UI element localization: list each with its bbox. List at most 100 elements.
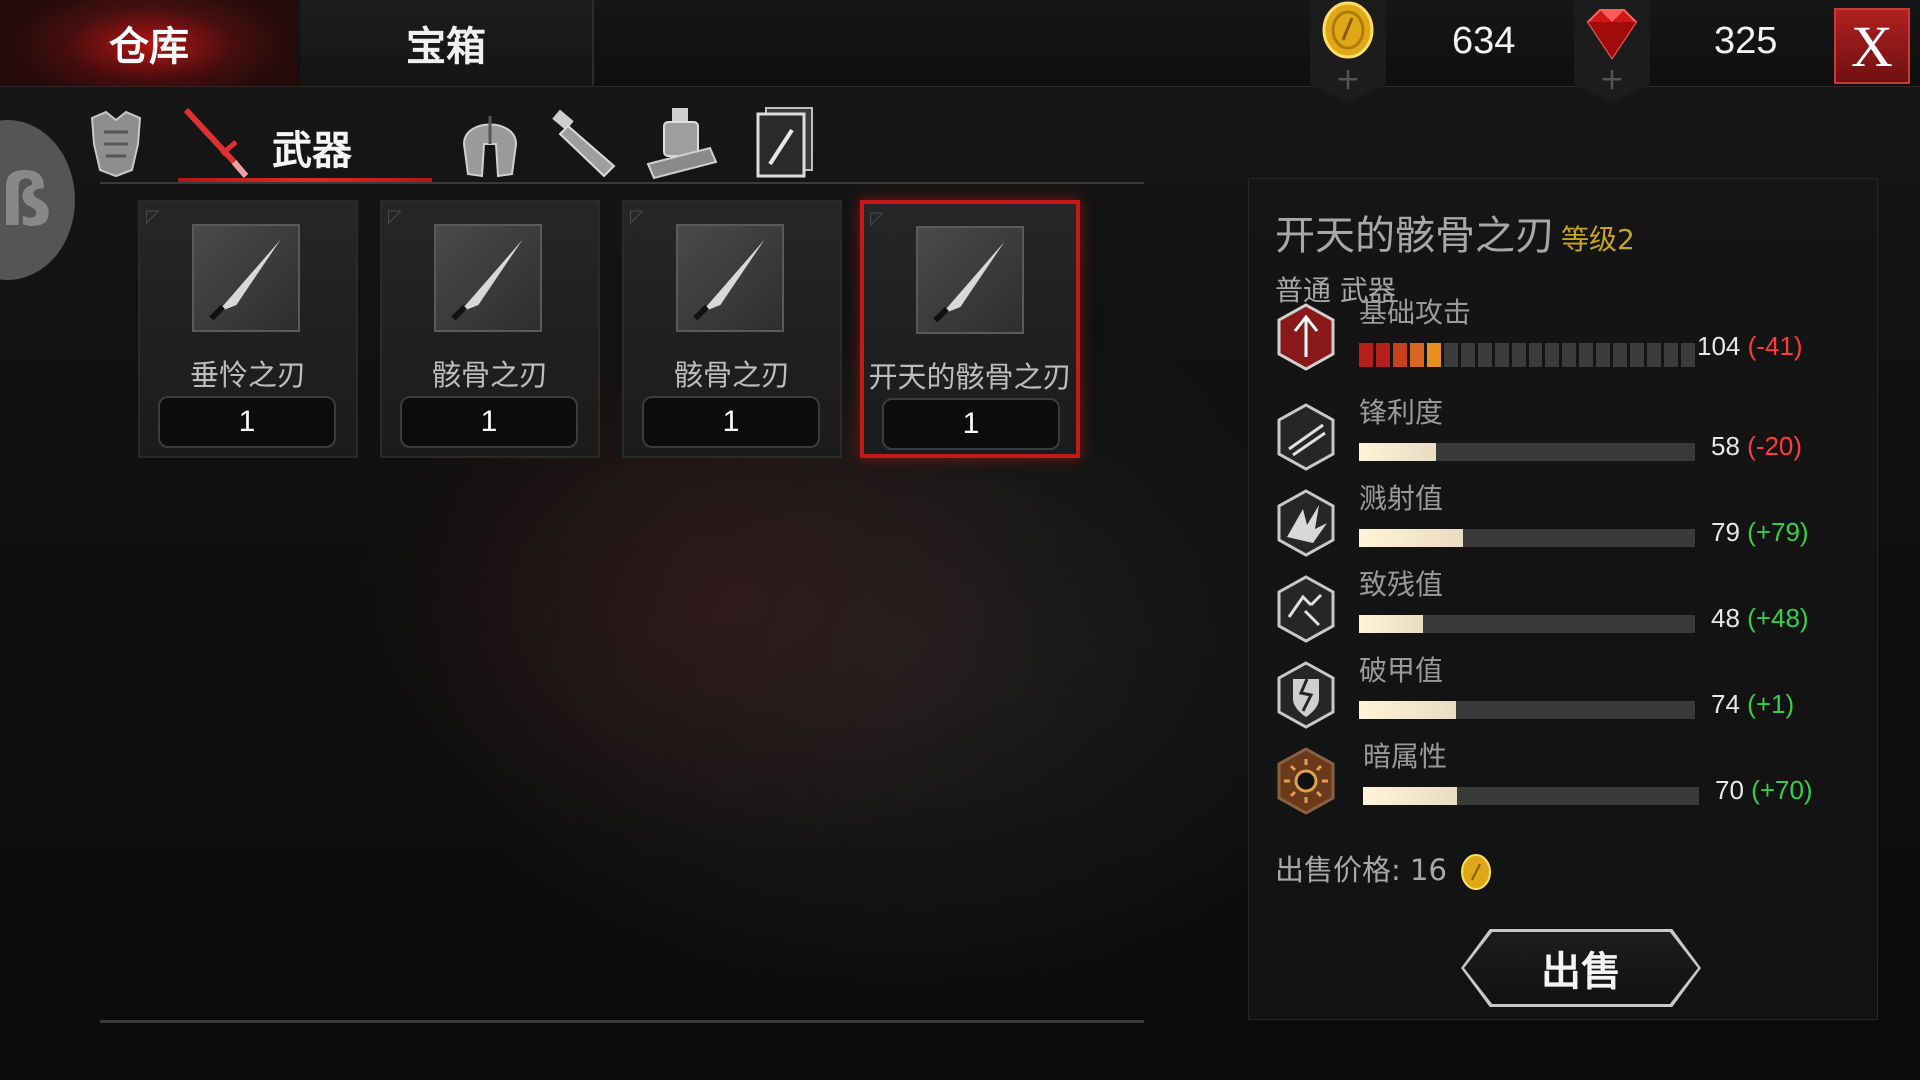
stat-label: 锋利度 [1359, 396, 1444, 429]
stat-bar [1359, 701, 1695, 719]
gem-add-button[interactable]: + [1574, 0, 1650, 104]
item-count: 1 [642, 396, 820, 448]
sharpness-icon [1277, 403, 1335, 471]
stat-label: 致残值 [1359, 568, 1444, 601]
corner-mark-icon: ◸ [870, 208, 884, 229]
category-weapon-label: 武器 [272, 128, 352, 174]
stat-value: 70 [1715, 775, 1744, 805]
stat-fill [1359, 443, 1437, 461]
stat-dark-element: 暗属性 70 (+70) [1275, 740, 1855, 821]
sword-icon[interactable] [178, 104, 258, 180]
item-name: 垂怜之刃 [189, 358, 306, 392]
tab-chest[interactable]: 宝箱 [300, 0, 594, 86]
stat-value: 58 [1711, 431, 1740, 461]
item-count: 1 [400, 396, 578, 448]
corner-mark-icon: ◸ [146, 206, 160, 227]
sell-button-label: 出售 [1541, 949, 1621, 995]
stat-fill [1363, 787, 1458, 805]
stat-delta: (-20) [1747, 431, 1803, 461]
stat-label: 溅射值 [1359, 482, 1444, 515]
side-avatar-button[interactable]: ß [0, 120, 75, 280]
stat-splash: 溅射值 79 (+79) [1275, 482, 1855, 563]
item-name: 骸骨之刃 [673, 358, 790, 392]
stat-value-row: 74 (+1) [1711, 689, 1794, 720]
stat-label: 破甲值 [1359, 654, 1444, 687]
stat-sharpness: 锋利度 58 (-20) [1275, 396, 1855, 477]
rune-icon: ß [0, 158, 52, 242]
stat-delta: (+48) [1747, 603, 1809, 633]
stat-bar [1359, 443, 1695, 461]
item-name: 开天的骸骨之刃 [868, 360, 1072, 394]
sell-price-row: 出售价格: 16 [1275, 847, 1496, 894]
inventory-slot[interactable]: ◸ 垂怜之刃 1 [138, 200, 358, 458]
top-bar: 仓库 宝箱 + 634 + 325 X [0, 0, 1920, 104]
blade-icon [192, 224, 300, 332]
attack-icon [1277, 303, 1335, 371]
stat-delta: (+79) [1747, 517, 1809, 547]
corner-mark-icon: ◸ [630, 206, 644, 227]
stat-delta: (+70) [1751, 775, 1813, 805]
inventory-slot[interactable]: ◸ 骸骨之刃 1 [622, 200, 842, 458]
plus-icon: + [1599, 62, 1625, 97]
potion-vial-icon[interactable] [548, 104, 628, 180]
splash-icon [1277, 489, 1335, 557]
close-button[interactable]: X [1834, 8, 1910, 84]
category-bar: 武器 [90, 96, 1144, 184]
segmented-bar [1359, 343, 1696, 367]
cripple-icon [1277, 575, 1335, 643]
item-detail-name: 开天的骸骨之刃 [1275, 213, 1555, 259]
helmet-icon[interactable] [450, 104, 530, 180]
stat-delta: (+1) [1747, 689, 1795, 719]
sell-price-label: 出售价格: [1275, 853, 1401, 887]
stat-fill [1359, 701, 1457, 719]
gold-amount: 634 [1452, 20, 1516, 62]
plus-icon: + [1335, 62, 1361, 97]
blade-icon [916, 226, 1024, 334]
sell-button[interactable]: 出售 [1461, 929, 1701, 1007]
stat-delta: (-41) [1747, 331, 1803, 361]
gold-coin-icon [1322, 1, 1374, 59]
stat-base-attack: 基础攻击 104 (-41) [1275, 296, 1855, 377]
stat-value-row: 104 (-41) [1697, 331, 1803, 362]
stat-bar [1359, 615, 1695, 633]
item-detail-panel: 开天的骸骨之刃 等级2 普通 武器 基础攻击 104 (-41) 锋利度 58 (… [1248, 178, 1878, 1020]
sell-price-value: 16 [1410, 853, 1447, 887]
blade-icon [434, 224, 542, 332]
blade-icon [676, 224, 784, 332]
item-level: 等级2 [1561, 223, 1635, 256]
stat-value: 104 [1697, 331, 1741, 361]
dark-sun-icon [1277, 747, 1335, 815]
stat-cripple: 致残值 48 (+48) [1275, 568, 1855, 649]
stat-bar [1363, 787, 1699, 805]
gold-add-button[interactable]: + [1310, 0, 1386, 104]
stat-bar [1359, 529, 1695, 547]
tab-warehouse[interactable]: 仓库 [0, 0, 298, 86]
active-tab-indicator [178, 178, 432, 182]
stat-label: 基础攻击 [1359, 296, 1472, 329]
ruby-gem-icon [1586, 9, 1638, 60]
stat-value-row: 70 (+70) [1715, 775, 1813, 806]
inventory-slot[interactable]: ◸ 骸骨之刃 1 [380, 200, 600, 458]
stat-value-row: 58 (-20) [1711, 431, 1802, 462]
item-detail-title: 开天的骸骨之刃 等级2 [1275, 203, 1635, 261]
material-bottle-icon[interactable] [644, 104, 724, 180]
stat-value-row: 79 (+79) [1711, 517, 1809, 548]
stat-fill [1359, 615, 1423, 633]
gold-coin-icon [1461, 854, 1492, 890]
stat-value: 48 [1711, 603, 1740, 633]
stat-value: 74 [1711, 689, 1740, 719]
stat-value-row: 48 (+48) [1711, 603, 1809, 634]
stat-armor-break: 破甲值 74 (+1) [1275, 654, 1855, 735]
grid-bottom-divider [100, 1020, 1144, 1023]
stat-label: 暗属性 [1363, 740, 1448, 773]
corner-mark-icon: ◸ [388, 206, 402, 227]
gem-amount: 325 [1714, 20, 1778, 62]
item-count: 1 [882, 398, 1060, 450]
stat-fill [1359, 529, 1464, 547]
armor-icon[interactable] [76, 104, 156, 180]
item-name: 骸骨之刃 [431, 358, 548, 392]
broken-shield-icon [1277, 661, 1335, 729]
skill-card-icon[interactable] [746, 104, 826, 180]
inventory-slot-selected[interactable]: ◸ 开天的骸骨之刃 1 [860, 200, 1080, 458]
item-count: 1 [158, 396, 336, 448]
